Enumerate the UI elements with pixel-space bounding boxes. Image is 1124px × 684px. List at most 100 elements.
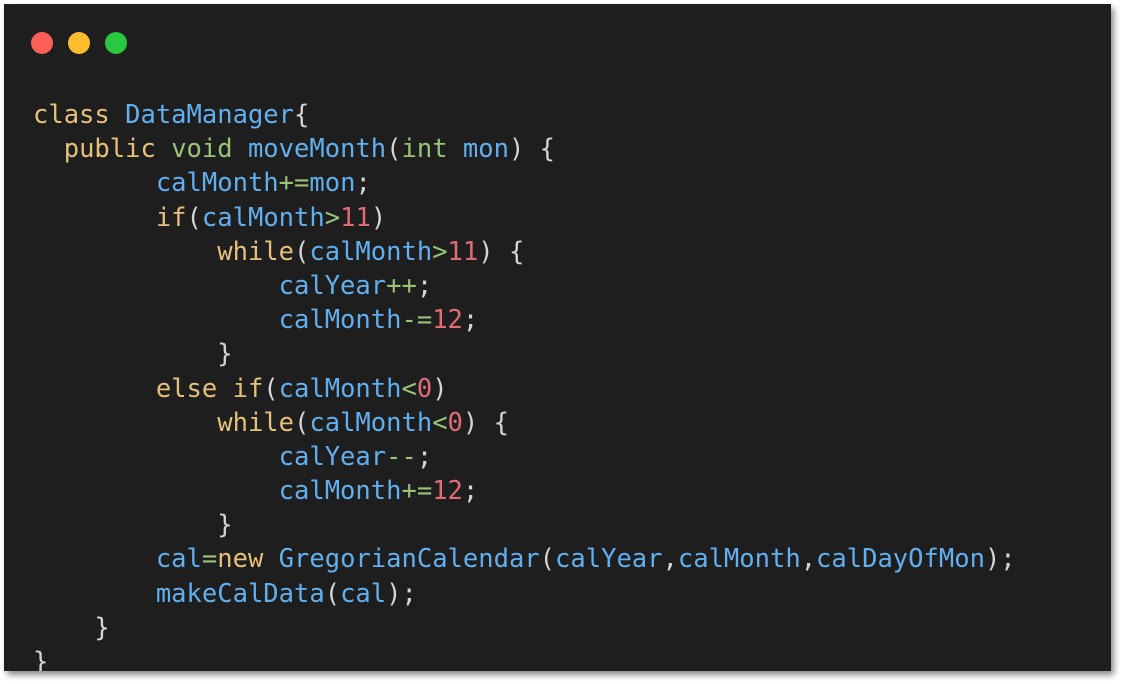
code-token: ( [539, 544, 556, 575]
window-controls [31, 32, 127, 54]
code-token: if [155, 202, 187, 233]
code-line: cal=new GregorianCalendar(calYear,calMon… [33, 542, 1016, 576]
code-token: new [217, 544, 279, 575]
code-token: calMonth [155, 168, 279, 199]
code-token: calDayOfMon [816, 544, 985, 575]
code-token: } [33, 612, 110, 643]
code-line: public void moveMonth(int mon) { [33, 132, 1016, 166]
code-token: ) { [478, 236, 525, 267]
code-token: ) { [508, 134, 556, 165]
code-token: mon [462, 134, 509, 165]
code-line: calMonth+=12; [33, 474, 1016, 508]
code-token: while [217, 407, 294, 438]
code-line: } [33, 508, 1016, 542]
code-token: while [217, 236, 294, 267]
code-token: -- [386, 441, 417, 472]
code-token: 0 [416, 373, 433, 404]
code-token: GregorianCalendar [278, 544, 540, 575]
code-token: ) { [462, 407, 509, 438]
code-token: ); [386, 578, 417, 609]
code-token: calMonth [309, 236, 433, 267]
code-token: calMonth [278, 305, 402, 336]
code-token: ; [416, 441, 433, 472]
code-token: -= [401, 305, 433, 336]
code-line: while(calMonth<0) { [33, 406, 1016, 440]
code-token: moveMonth [247, 134, 387, 165]
code-token: } [33, 647, 49, 671]
code-token: 11 [340, 202, 371, 233]
code-token: calMonth [309, 407, 433, 438]
code-token: DataManager [125, 100, 295, 130]
code-token: 0 [447, 407, 463, 438]
code-line: } [33, 645, 1016, 671]
code-token: ( [294, 407, 310, 438]
code-token: > [324, 202, 341, 233]
code-token: calMonth [677, 544, 801, 575]
code-token: void [171, 134, 248, 165]
code-token: cal [340, 578, 387, 609]
code-line: else if(calMonth<0) [33, 372, 1016, 406]
code-window: class DataManager{ public void moveMonth… [4, 4, 1111, 671]
code-line: if(calMonth>11) [33, 201, 1016, 235]
code-line: while(calMonth>11) { [33, 235, 1016, 269]
code-token: 12 [432, 476, 463, 507]
code-token: ; [355, 168, 371, 199]
code-line: calMonth-=12; [33, 303, 1016, 337]
code-token: mon [309, 168, 356, 199]
code-token: = [201, 544, 218, 575]
code-token: calMonth [278, 476, 402, 507]
code-token: } [33, 510, 233, 541]
code-token: makeCalData [155, 578, 325, 609]
code-token: ) [432, 373, 448, 404]
code-token: int [401, 134, 463, 165]
code-token: > [432, 236, 448, 267]
code-token: ++ [386, 270, 417, 301]
code-line: makeCalData(cal); [33, 577, 1016, 611]
code-line: calYear++; [33, 269, 1016, 303]
code-token: ); [984, 544, 1016, 575]
code-token: ( [386, 134, 402, 165]
code-token: calYear [278, 441, 387, 472]
code-token: ( [294, 236, 310, 267]
maximize-dot-icon[interactable] [105, 32, 127, 54]
code-token: ( [263, 373, 279, 404]
code-token: 11 [447, 236, 479, 267]
code-line: } [33, 337, 1016, 371]
code-token: < [401, 373, 417, 404]
code-block: class DataManager{ public void moveMonth… [33, 98, 1016, 671]
code-token: calYear [555, 544, 663, 575]
code-token: ( [186, 202, 202, 233]
code-token: calYear [278, 270, 387, 301]
code-token: public [63, 134, 172, 165]
code-line: class DataManager{ [33, 98, 1016, 132]
code-token: ) [370, 202, 387, 233]
code-token: , [662, 544, 678, 575]
code-token: < [432, 407, 448, 438]
code-token: += [401, 476, 433, 507]
code-token: calMonth [278, 373, 402, 404]
code-token: { [294, 100, 310, 130]
code-line: calMonth+=mon; [33, 166, 1016, 200]
code-line: calYear--; [33, 440, 1016, 474]
code-token: cal [155, 544, 202, 575]
code-token: else if [155, 373, 264, 404]
code-token: ( [324, 578, 341, 609]
code-token: 12 [432, 305, 463, 336]
code-token: class [33, 100, 126, 130]
minimize-dot-icon[interactable] [68, 32, 90, 54]
code-line: } [33, 611, 1016, 645]
code-token: ; [416, 270, 433, 301]
close-dot-icon[interactable] [31, 32, 53, 54]
